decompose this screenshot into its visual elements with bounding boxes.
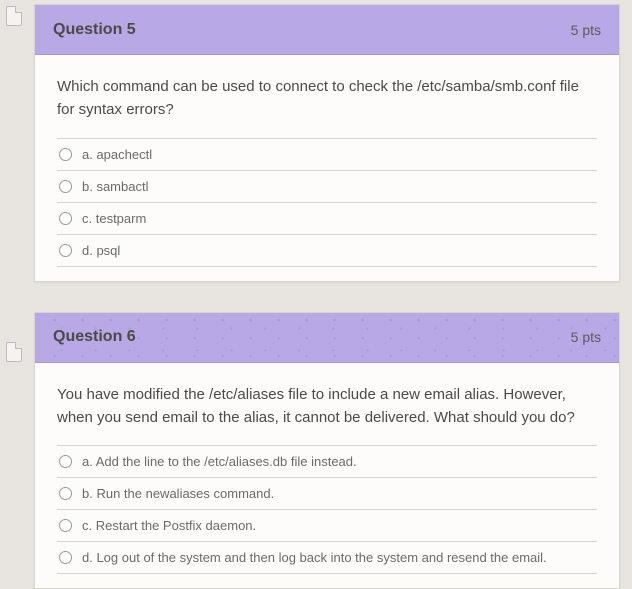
question-title: Question 5	[53, 21, 136, 39]
option-row[interactable]: c. testparm	[57, 203, 597, 235]
option-label: a. apachectl	[82, 147, 152, 162]
option-row[interactable]: c. Restart the Postfix daemon.	[57, 510, 597, 542]
question-card-6: Question 6 5 pts You have modified the /…	[34, 312, 620, 589]
options-list: a. apachectl b. sambactl c. testparm d. …	[57, 138, 597, 267]
question-body: You have modified the /etc/aliases file …	[35, 363, 619, 589]
radio-icon[interactable]	[59, 455, 72, 468]
radio-icon[interactable]	[59, 180, 72, 193]
page-icon	[6, 6, 22, 26]
option-label: c. Restart the Postfix daemon.	[82, 518, 256, 533]
options-list: a. Add the line to the /etc/aliases.db f…	[57, 445, 597, 574]
radio-icon[interactable]	[59, 551, 72, 564]
option-label: b. sambactl	[82, 179, 148, 194]
option-row[interactable]: d. Log out of the system and then log ba…	[57, 542, 597, 574]
radio-icon[interactable]	[59, 148, 72, 161]
option-label: c. testparm	[82, 211, 146, 226]
option-row[interactable]: d. psql	[57, 235, 597, 267]
page-icon	[6, 342, 22, 362]
question-points: 5 pts	[571, 22, 601, 38]
question-prompt: Which command can be used to connect to …	[57, 75, 597, 122]
question-header: Question 6 5 pts	[35, 313, 619, 363]
option-row[interactable]: b. Run the newaliases command.	[57, 478, 597, 510]
option-label: b. Run the newaliases command.	[82, 486, 274, 501]
option-row[interactable]: a. apachectl	[57, 139, 597, 171]
option-label: d. Log out of the system and then log ba…	[82, 550, 547, 565]
option-label: a. Add the line to the /etc/aliases.db f…	[82, 454, 357, 469]
radio-icon[interactable]	[59, 244, 72, 257]
option-row[interactable]: b. sambactl	[57, 171, 597, 203]
radio-icon[interactable]	[59, 212, 72, 225]
question-body: Which command can be used to connect to …	[35, 55, 619, 281]
question-points: 5 pts	[571, 329, 601, 345]
question-card-5: Question 5 5 pts Which command can be us…	[34, 4, 620, 282]
question-header: Question 5 5 pts	[35, 5, 619, 55]
radio-icon[interactable]	[59, 519, 72, 532]
option-row[interactable]: a. Add the line to the /etc/aliases.db f…	[57, 446, 597, 478]
option-label: d. psql	[82, 243, 120, 258]
question-title: Question 6	[53, 328, 136, 346]
radio-icon[interactable]	[59, 487, 72, 500]
question-prompt: You have modified the /etc/aliases file …	[57, 383, 597, 430]
